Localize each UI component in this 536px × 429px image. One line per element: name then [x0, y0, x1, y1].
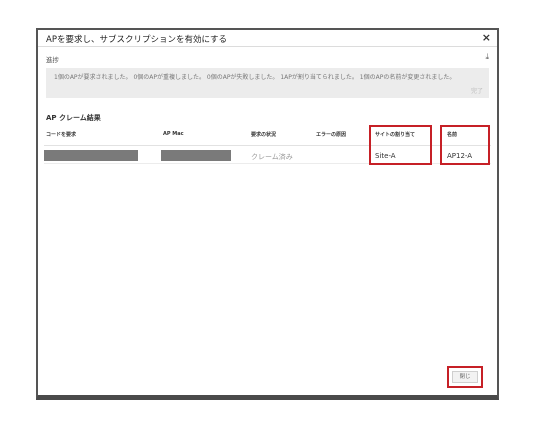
progress-label: 進捗	[46, 56, 59, 64]
claim-ap-dialog: APを要求し、サブスクリプションを有効にする × 進捗 ⤓ 1個のAPが要求され…	[36, 28, 499, 400]
claim-status-cell: クレーム済み	[251, 153, 293, 161]
name-column-highlight	[440, 125, 490, 165]
close-icon[interactable]: ×	[482, 31, 491, 44]
column-header-ap-mac: AP Mac	[163, 131, 184, 137]
dialog-title: APを要求し、サブスクリプションを有効にする	[46, 35, 228, 45]
column-header-request-code: コードを要求	[46, 132, 77, 138]
title-divider	[38, 46, 497, 47]
progress-message: 1個のAPが要求されました。 0個のAPが重複しました。 0個のAPが失敗しまし…	[54, 74, 456, 81]
results-title: AP クレーム結果	[46, 114, 101, 122]
redacted-ap-mac	[161, 150, 231, 161]
close-button[interactable]: 閉じ	[452, 371, 478, 383]
column-header-status: 要求の状況	[251, 132, 277, 138]
progress-status: 完了	[470, 88, 483, 95]
download-icon[interactable]: ⤓	[485, 52, 489, 62]
redacted-request-code	[44, 150, 138, 161]
progress-panel: 1個のAPが要求されました。 0個のAPが重複しました。 0個のAPが失敗しまし…	[46, 68, 489, 98]
site-column-highlight	[369, 125, 432, 165]
column-header-error: エラーの原因	[316, 132, 347, 138]
